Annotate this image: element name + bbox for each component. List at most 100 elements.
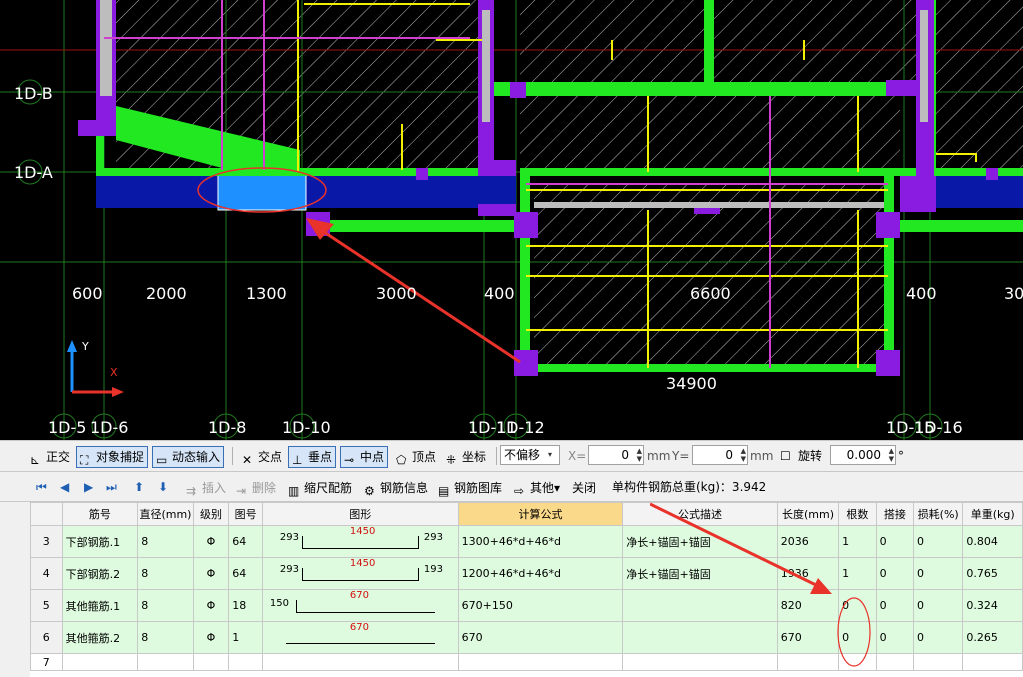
y-unit-label: mm	[750, 449, 774, 463]
cell-dia[interactable]	[137, 653, 194, 671]
cell-grade[interactable]: Φ	[192, 589, 230, 622]
close-button[interactable]: 关闭	[568, 477, 600, 499]
rotate-angle-input[interactable]: 0.000 ▲ ▼	[830, 445, 896, 465]
shape-left-length: 293	[279, 564, 300, 575]
cell-name[interactable]: 其他箍筋.2	[61, 621, 139, 654]
column-header[interactable]: 筋号	[61, 502, 139, 526]
rebar-library-button[interactable]: ▤ 钢筋图库	[434, 477, 506, 499]
table-row[interactable]: 4 下部钢筋.2 8 Φ 64 293 193 1450 1200+46*d+46*d 净长+锚固…	[30, 557, 1023, 590]
scale-rebar-icon: ▥	[288, 484, 300, 498]
column-header[interactable]: 损耗(%)	[913, 502, 964, 526]
spinner-icon[interactable]: ▲ ▼	[736, 447, 746, 463]
table-row[interactable]: 3 下部钢筋.1 8 Φ 64 293 293 1450 1300+46*d+46*d 净长+锚固…	[30, 525, 1023, 558]
insert-button[interactable]: ⇉ 插入	[182, 477, 230, 499]
scale-rebar-button[interactable]: ▥ 缩尺配筋	[284, 477, 356, 499]
cell-dia[interactable]: 8	[137, 589, 194, 622]
cad-drawing-canvas[interactable]: 1D-B 1D-A 1D-5 1D-6 1D-8 1D-10 1D-11 1D-…	[0, 0, 1023, 440]
cell-formula[interactable]: 670	[457, 621, 624, 654]
dimension-label: 1300	[246, 284, 287, 303]
perpendicular-snap-button[interactable]: ⊥ 垂点	[288, 446, 337, 468]
shape-left-length: 293	[279, 532, 300, 543]
offset-mode-dropdown[interactable]: 不偏移 ▾	[500, 445, 560, 465]
intersection-snap-button[interactable]: ✕ 交点	[238, 446, 286, 468]
delete-button[interactable]: ⇥ 删除	[232, 477, 280, 499]
cell-name[interactable]: 下部钢筋.2	[61, 557, 139, 590]
x-coordinate-input[interactable]: 0 ▲ ▼	[588, 445, 644, 465]
cell-length[interactable]	[776, 653, 840, 671]
cell-loss[interactable]: 0	[913, 621, 964, 654]
cell-formula[interactable]	[457, 653, 624, 671]
cell-fig[interactable]: 64	[228, 525, 263, 558]
cell-loss[interactable]	[913, 653, 964, 671]
other-menu-button[interactable]: ⇨ 其他▾	[510, 477, 564, 499]
selected-beam-segment[interactable]	[217, 173, 307, 211]
cell-dia[interactable]: 8	[137, 525, 194, 558]
cell-fig[interactable]: 64	[228, 557, 263, 590]
cell-loss[interactable]: 0	[913, 557, 964, 590]
column-header[interactable]: 级别	[192, 502, 230, 526]
cell-dia[interactable]: 8	[137, 557, 194, 590]
cell-grade[interactable]: Φ	[192, 557, 230, 590]
rotate-checkbox[interactable]: ☐	[780, 446, 791, 466]
column-header[interactable]: 图号	[228, 502, 263, 526]
column-header[interactable]: 单重(kg)	[962, 502, 1023, 526]
cell-name[interactable]: 下部钢筋.1	[61, 525, 139, 558]
axis-label-1d-10: 1D-10	[282, 418, 331, 437]
vertex-snap-button[interactable]: ⬠ 顶点	[392, 446, 440, 468]
cell-weight[interactable]: 0.804	[962, 525, 1023, 558]
cell-shape[interactable]: 293 293 1450	[261, 525, 459, 558]
midpoint-icon: ⊸	[344, 453, 355, 467]
cell-loss[interactable]: 0	[913, 589, 964, 622]
column-header[interactable]: 直径(mm)	[137, 502, 194, 526]
slab-hatch	[712, 0, 924, 86]
cell-weight[interactable]: 0.765	[962, 557, 1023, 590]
cell-shape[interactable]: 293 193 1450	[261, 557, 459, 590]
cell-name[interactable]	[61, 653, 139, 671]
cell-fig[interactable]: 18	[228, 589, 263, 622]
column-header[interactable]: 图形	[261, 502, 459, 526]
coordinate-snap-button[interactable]: ⁜ 坐标	[442, 446, 490, 468]
previous-record-icon[interactable]: ◀	[60, 477, 69, 497]
cell-formula[interactable]: 670+150	[457, 589, 624, 622]
cell-desc[interactable]	[622, 653, 778, 671]
column-header[interactable]: 搭接	[875, 502, 915, 526]
spinner-icon[interactable]: ▲ ▼	[632, 447, 642, 463]
cell-no: 5	[30, 589, 63, 622]
cell-formula[interactable]: 1200+46*d+46*d	[457, 557, 624, 590]
cell-shape[interactable]: 670	[261, 621, 459, 654]
header-corner	[30, 502, 63, 526]
midpoint-snap-button[interactable]: ⊸ 中点	[340, 446, 389, 468]
shape-middle-length: 1450	[349, 558, 376, 570]
cell-fig[interactable]: 1	[228, 621, 263, 654]
cell-weight[interactable]: 0.265	[962, 621, 1023, 654]
object-snap-toggle[interactable]: ⛶ 对象捕捉	[76, 446, 149, 468]
last-record-icon[interactable]: ⏭	[106, 477, 117, 497]
cell-dia[interactable]: 8	[137, 621, 194, 654]
column-header[interactable]: 计算公式	[457, 502, 624, 526]
cell-shape[interactable]: 150 670	[261, 589, 459, 622]
cell-grade[interactable]: Φ	[192, 525, 230, 558]
floor-plan-drawing[interactable]	[0, 0, 1023, 440]
ortho-toggle[interactable]: ⊾ 正交	[26, 446, 74, 468]
dynamic-input-toggle[interactable]: ▭ 动态输入	[152, 446, 225, 468]
cell-lap[interactable]: 0	[875, 557, 915, 590]
cell-weight[interactable]: 0.324	[962, 589, 1023, 622]
cell-fig[interactable]	[228, 653, 263, 671]
next-record-icon[interactable]: ▶	[84, 477, 93, 497]
move-down-icon[interactable]: ⬇	[158, 477, 168, 497]
axis-label-1d-12: 1D-12	[496, 418, 545, 437]
cell-formula[interactable]: 1300+46*d+46*d	[457, 525, 624, 558]
cell-grade[interactable]: Φ	[192, 621, 230, 654]
cell-name[interactable]: 其他箍筋.1	[61, 589, 139, 622]
cell-weight[interactable]	[962, 653, 1023, 671]
cell-loss[interactable]: 0	[913, 525, 964, 558]
spinner-icon[interactable]: ▲ ▼	[884, 447, 894, 463]
cell-lap[interactable]: 0	[875, 525, 915, 558]
axis-label-1d-16: 1D-16	[914, 418, 963, 437]
move-up-icon[interactable]: ⬆	[134, 477, 144, 497]
rebar-info-button[interactable]: ⚙ 钢筋信息	[360, 477, 432, 499]
first-record-icon[interactable]: ⏮	[36, 477, 47, 497]
cell-grade[interactable]	[192, 653, 230, 671]
cell-shape[interactable]	[261, 653, 459, 671]
y-coordinate-input[interactable]: 0 ▲ ▼	[692, 445, 748, 465]
